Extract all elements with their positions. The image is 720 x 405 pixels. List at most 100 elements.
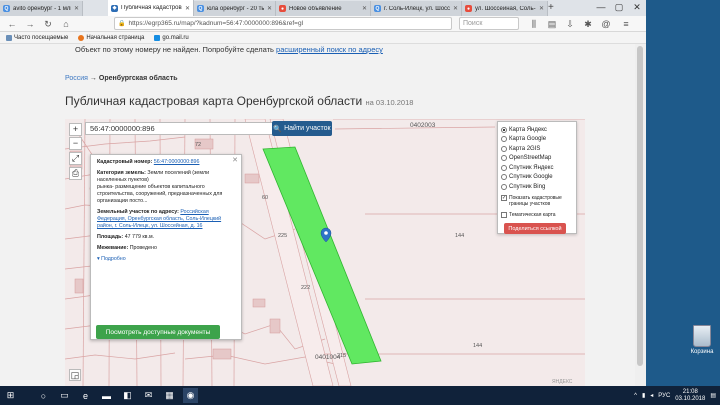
tab-shosseinaya[interactable]: ● ул. Шоссейная, Соль-Ил ✕ bbox=[462, 1, 548, 16]
store-icon[interactable]: ◧ bbox=[120, 388, 135, 403]
tab-cadastre[interactable]: ◆ Публичная кадастрова ✕ bbox=[108, 0, 194, 16]
clock[interactable]: 21:08 03.10.2018 bbox=[675, 389, 705, 403]
forward-icon[interactable]: → bbox=[24, 18, 36, 30]
maximize-icon[interactable]: ▢ bbox=[610, 0, 628, 14]
tab-new-ad[interactable]: ● Новое объявление ✕ bbox=[276, 1, 371, 16]
close-tab-icon[interactable]: ✕ bbox=[185, 5, 190, 12]
recycle-bin-label: Корзина bbox=[690, 349, 714, 355]
close-tab-icon[interactable]: ✕ bbox=[267, 5, 272, 12]
network-icon[interactable]: ▮ bbox=[642, 392, 645, 399]
edge-icon[interactable]: e bbox=[78, 388, 93, 403]
mail-icon[interactable]: @ bbox=[600, 18, 612, 30]
layer-option-2gis-map[interactable]: Карта 2GIS bbox=[501, 144, 573, 154]
checkbox-icon bbox=[501, 212, 507, 219]
home-icon[interactable]: ⌂ bbox=[60, 18, 72, 30]
map-label-72: 72 bbox=[195, 142, 201, 148]
tab-title: avito оренбург - 1 млн bbox=[13, 5, 71, 12]
bookmark-most-visited[interactable]: Часто посещаемые bbox=[6, 34, 69, 41]
usage-value: рынка- размещение объектов капитального … bbox=[97, 184, 223, 204]
thematic-map-checkbox[interactable]: Тематическая карта bbox=[501, 211, 573, 221]
minimize-icon[interactable]: — bbox=[592, 0, 610, 14]
breadcrumb-arrow: → bbox=[89, 75, 97, 82]
kadnum-row: Кадастровый номер: 56:47:0000000:896 bbox=[97, 159, 235, 166]
radio-icon bbox=[501, 155, 507, 162]
advanced-search-link[interactable]: расширенный поиск по адресу bbox=[276, 45, 383, 54]
area-row: Площадь: 47 779 кв.м. bbox=[97, 234, 235, 241]
bookmark-home-page[interactable]: Начальная страница bbox=[78, 34, 144, 41]
radio-icon bbox=[501, 136, 507, 143]
search-favicon-icon: Q bbox=[3, 5, 10, 12]
fullscreen-icon[interactable]: ◲ bbox=[69, 369, 81, 381]
file-explorer-icon[interactable]: ▬ bbox=[99, 388, 114, 403]
breadcrumb-russia-link[interactable]: Россия bbox=[65, 75, 88, 82]
layer-option-google-map[interactable]: Карта Google bbox=[501, 135, 573, 145]
layer-option-yandex-map[interactable]: Карта Яндекс bbox=[501, 125, 573, 135]
notice-text: Объект по этому номеру не найден. Попроб… bbox=[75, 45, 274, 54]
sidebar-icon[interactable]: ▤ bbox=[546, 18, 558, 30]
layer-option-google-satellite[interactable]: Спутник Google bbox=[501, 173, 573, 183]
mail-icon[interactable]: ✉ bbox=[141, 388, 156, 403]
zoom-in-button[interactable]: + bbox=[69, 123, 82, 136]
tab-bar: Q avito оренбург - 1 млн ✕ ◆ Публичная к… bbox=[0, 0, 646, 16]
notifications-icon[interactable]: ▤ bbox=[710, 392, 716, 399]
new-tab-button[interactable]: + bbox=[548, 2, 554, 14]
radio-icon bbox=[501, 174, 507, 181]
breadcrumb: Россия → Оренбургская область bbox=[65, 75, 178, 82]
back-icon[interactable]: ← bbox=[6, 18, 18, 30]
layer-option-yandex-satellite[interactable]: Спутник Яндекс bbox=[501, 163, 573, 173]
find-plot-button[interactable]: 🔍 Найти участок bbox=[272, 121, 332, 136]
lock-icon: 🔒 bbox=[118, 21, 126, 27]
scrollbar-thumb[interactable] bbox=[637, 46, 643, 366]
windows-start-icon[interactable]: ⊞ bbox=[3, 388, 18, 403]
menu-icon[interactable]: ≡ bbox=[620, 18, 632, 30]
show-boundaries-checkbox[interactable]: ✓ Показать кадастровые границы участков bbox=[501, 194, 573, 211]
page-title: Публичная кадастровая карта Оренбургской… bbox=[65, 94, 413, 108]
tab-title: юла оренбург - 20 тыс bbox=[207, 5, 264, 12]
cadastral-map[interactable]: 0402003 0401004 144 144 222 225 60 72 21… bbox=[65, 119, 585, 386]
layer-option-bing-satellite[interactable]: Спутник Bing bbox=[501, 182, 573, 192]
kadnum-link[interactable]: 56:47:0000000:896 bbox=[154, 159, 200, 165]
language-indicator[interactable]: РУС bbox=[658, 393, 670, 399]
close-icon[interactable]: ✕ bbox=[232, 157, 238, 164]
tab-avito[interactable]: Q avito оренбург - 1 млн ✕ bbox=[0, 1, 83, 16]
share-link-button[interactable]: Поделиться ссылкой bbox=[504, 223, 566, 234]
bookmark-icon bbox=[6, 34, 12, 41]
extensions-icon[interactable]: ✱ bbox=[582, 18, 594, 30]
reload-icon[interactable]: ↻ bbox=[42, 18, 54, 30]
close-window-icon[interactable]: ✕ bbox=[628, 0, 646, 14]
system-tray: ^ ▮ ◂ РУС 21:08 03.10.2018 ▤ bbox=[634, 386, 716, 405]
details-link[interactable]: ▾ Подробно bbox=[97, 256, 235, 263]
layer-label: Карта Яндекс bbox=[509, 126, 547, 133]
address-bar[interactable]: 🔒 https://egrp365.ru/map/?kadnum=56:47:0… bbox=[114, 17, 452, 30]
survey-row: Межевание: Проведено bbox=[97, 245, 235, 252]
chevron-down-icon: ▾ bbox=[97, 256, 100, 262]
close-tab-icon[interactable]: ✕ bbox=[453, 5, 458, 12]
recycle-bin[interactable]: Корзина bbox=[686, 325, 718, 355]
area-label: Площадь: bbox=[97, 234, 124, 240]
chevron-up-icon[interactable]: ^ bbox=[634, 393, 637, 399]
task-view-icon[interactable]: ▭ bbox=[57, 388, 72, 403]
print-icon[interactable]: ⎙ bbox=[69, 167, 82, 180]
app-icon[interactable]: ▦ bbox=[162, 388, 177, 403]
download-icon[interactable]: ⇩ bbox=[564, 18, 576, 30]
close-tab-icon[interactable]: ✕ bbox=[362, 5, 367, 12]
search-icon[interactable]: ○ bbox=[36, 388, 51, 403]
close-tab-icon[interactable]: ✕ bbox=[539, 5, 544, 12]
tab-title: ул. Шоссейная, Соль-Ил bbox=[475, 5, 536, 12]
zoom-out-button[interactable]: − bbox=[69, 137, 82, 150]
volume-icon[interactable]: ◂ bbox=[650, 392, 653, 399]
firefox-icon bbox=[78, 34, 85, 41]
firefox-icon[interactable]: ◉ bbox=[183, 388, 198, 403]
tab-yula[interactable]: Q юла оренбург - 20 тыс ✕ bbox=[194, 1, 276, 16]
survey-value: Проведено bbox=[129, 245, 157, 251]
tab-sol-iletsk[interactable]: Q г. Соль-Илецк, ул. Шосс ✕ bbox=[371, 1, 462, 16]
library-icon[interactable]: ⫼ bbox=[528, 18, 540, 30]
layer-option-osm[interactable]: OpenStreetMap bbox=[501, 154, 573, 164]
close-tab-icon[interactable]: ✕ bbox=[74, 5, 79, 12]
bookmark-label: Часто посещаемые bbox=[14, 34, 69, 41]
measure-icon[interactable]: ⤢ bbox=[69, 152, 82, 165]
bookmark-go-mail[interactable]: go.mail.ru bbox=[154, 34, 189, 41]
map-label-225: 225 bbox=[278, 233, 287, 239]
search-field[interactable]: Поиск bbox=[459, 17, 519, 30]
view-documents-button[interactable]: Посмотреть доступные документы bbox=[96, 325, 220, 339]
